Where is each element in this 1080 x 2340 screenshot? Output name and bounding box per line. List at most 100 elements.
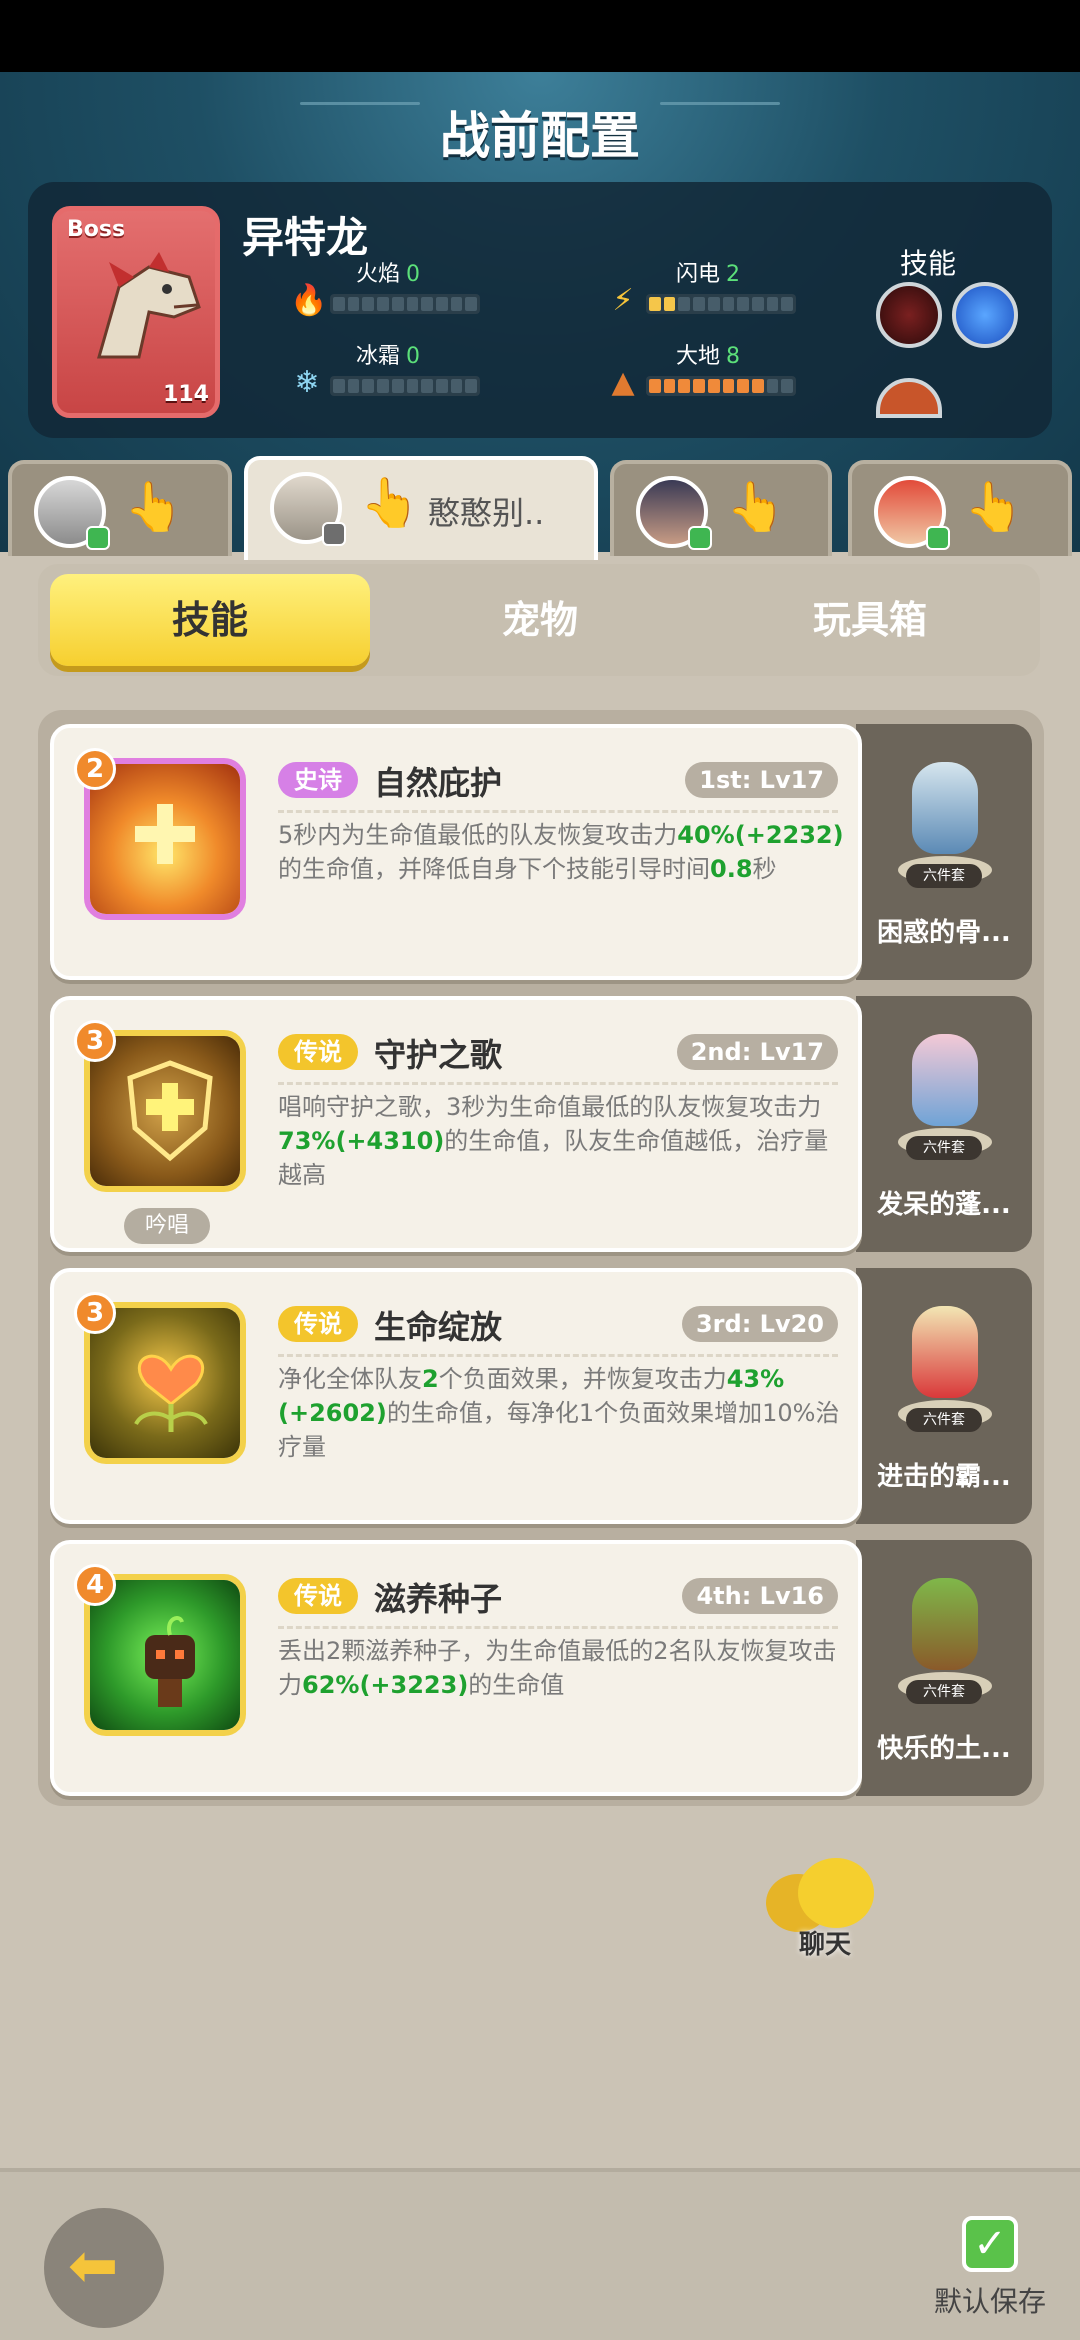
element-frost-label: 冰霜 bbox=[356, 344, 401, 369]
skill-description: 5秒内为生命值最低的队友恢复攻击力40%(+2232)的生命值，并降低自身下个技… bbox=[278, 821, 844, 883]
skill-list: 六件套 困惑的骨... 2 史诗 自然庇护 1st: Lv17 5秒内为生命值最… bbox=[38, 710, 1044, 1806]
tab-toybox[interactable]: 玩具箱 bbox=[710, 574, 1030, 666]
skill-rank: 1st: Lv17 bbox=[685, 762, 838, 798]
tab-pets[interactable]: 宠物 bbox=[380, 574, 700, 666]
boss-skill-lightning-icon[interactable] bbox=[952, 282, 1018, 348]
element-lightning: 闪电 2 ⚡ bbox=[606, 256, 846, 326]
chat-button[interactable]: 聊天 bbox=[760, 1854, 890, 1964]
team-tabs: 👆 👆 憨憨别.. 👆 👆 bbox=[0, 456, 1080, 560]
skill-title: 滋养种子 bbox=[374, 1580, 503, 1618]
pet-set-badge: 六件套 bbox=[906, 1680, 982, 1704]
skill-row[interactable]: 六件套 快乐的土... 4 传说 滋养种子 4th: Lv16 丢出2颗滋养种子… bbox=[50, 1540, 1032, 1796]
boss-tag: Boss bbox=[67, 217, 126, 242]
element-earth: 大地 8 ▲ bbox=[606, 338, 846, 408]
pet-card[interactable]: 六件套 发呆的蓬... bbox=[856, 996, 1032, 1252]
skill-rank: 2nd: Lv17 bbox=[676, 1034, 838, 1070]
hand-icon: 👆 bbox=[726, 479, 786, 535]
skill-row[interactable]: 六件套 发呆的蓬... 3 吟唱 传说 守护之歌 2nd: Lv17 唱响守护之… bbox=[50, 996, 1032, 1252]
skill-rank: 3rd: Lv20 bbox=[681, 1306, 838, 1342]
pet-card[interactable]: 六件套 困惑的骨... bbox=[856, 724, 1032, 980]
pet-set-badge: 六件套 bbox=[906, 1136, 982, 1160]
ready-badge bbox=[688, 526, 712, 550]
back-arrow-icon: ⬅ bbox=[68, 2231, 119, 2301]
skill-row[interactable]: 六件套 困惑的骨... 2 史诗 自然庇护 1st: Lv17 5秒内为生命值最… bbox=[50, 724, 1032, 980]
hand-icon: 👆 bbox=[964, 479, 1024, 535]
skill-description: 唱响守护之歌，3秒为生命值最低的队友恢复攻击力73%(+4310)的生命值，队友… bbox=[278, 1093, 829, 1189]
rarity-badge: 传说 bbox=[278, 1578, 358, 1614]
category-tabs: 技能 宠物 玩具箱 bbox=[38, 564, 1040, 676]
element-lightning-bar bbox=[646, 294, 796, 314]
skill-slot-number: 4 bbox=[74, 1564, 116, 1606]
pet-card[interactable]: 六件套 快乐的土... bbox=[856, 1540, 1032, 1796]
element-earth-bar bbox=[646, 376, 796, 396]
team-tab-2[interactable]: 👆 憨憨别.. bbox=[244, 456, 598, 560]
boss-portrait bbox=[97, 252, 201, 359]
team-tab-4[interactable]: 👆 bbox=[848, 460, 1072, 556]
chat-label: 聊天 bbox=[798, 1930, 851, 1960]
pet-set-badge: 六件套 bbox=[906, 1408, 982, 1432]
lightning-icon: ⚡ bbox=[612, 283, 634, 318]
default-save-label: 默认保存 bbox=[933, 2285, 1046, 2318]
skill-title: 守护之歌 bbox=[374, 1036, 503, 1074]
skill-rank: 4th: Lv16 bbox=[682, 1578, 838, 1614]
boss-skill-earth-icon[interactable] bbox=[876, 378, 942, 418]
skill-description: 净化全体队友2个负面效果，并恢复攻击力43%(+2602)的生命值，每净化1个负… bbox=[278, 1365, 840, 1461]
element-earth-label: 大地 bbox=[676, 344, 721, 369]
chat-bubble-icon bbox=[798, 1858, 874, 1928]
back-button[interactable]: ⬅ bbox=[44, 2208, 164, 2328]
team-tab-1[interactable]: 👆 bbox=[8, 460, 232, 556]
element-earth-value: 8 bbox=[726, 344, 741, 369]
skill-card[interactable]: 4 传说 滋养种子 4th: Lv16 丢出2颗滋养种子，为生命值最低的2名队友… bbox=[50, 1540, 862, 1796]
checkbox-checked-icon: ✓ bbox=[962, 2216, 1018, 2272]
skill-card[interactable]: 3 吟唱 传说 守护之歌 2nd: Lv17 唱响守护之歌，3秒为生命值最低的队… bbox=[50, 996, 862, 1252]
element-fire-label: 火焰 bbox=[356, 262, 401, 287]
ready-badge bbox=[322, 522, 346, 546]
pet-name: 发呆的蓬... bbox=[877, 1190, 1011, 1220]
snowflake-icon: ❄ bbox=[294, 365, 320, 400]
skill-description: 丢出2颗滋养种子，为生命值最低的2名队友恢复攻击力62%(+3223)的生命值 bbox=[278, 1637, 837, 1699]
page-title: 战前配置 bbox=[440, 107, 640, 165]
earth-icon: ▲ bbox=[611, 365, 635, 400]
boss-skill-bite-icon[interactable] bbox=[876, 282, 942, 348]
rarity-badge: 传说 bbox=[278, 1034, 358, 1070]
ready-badge bbox=[86, 526, 110, 550]
element-lightning-value: 2 bbox=[726, 262, 741, 287]
default-save-toggle[interactable]: ✓ 默认保存 bbox=[930, 2216, 1050, 2328]
pet-set-badge: 六件套 bbox=[906, 864, 982, 888]
hand-icon: 👆 bbox=[124, 479, 184, 535]
pet-name: 困惑的骨... bbox=[877, 918, 1011, 948]
skill-row[interactable]: 六件套 进击的霸... 3 传说 生命绽放 3rd: Lv20 净化全体队友2个… bbox=[50, 1268, 1032, 1524]
boss-skills-label: 技能 bbox=[900, 247, 957, 280]
rarity-badge: 史诗 bbox=[278, 762, 358, 798]
skill-card[interactable]: 3 传说 生命绽放 3rd: Lv20 净化全体队友2个负面效果，并恢复攻击力4… bbox=[50, 1268, 862, 1524]
divider bbox=[278, 1626, 838, 1629]
pet-name: 进击的霸... bbox=[877, 1462, 1011, 1492]
hand-icon: 👆 bbox=[360, 475, 420, 531]
element-fire-value: 0 bbox=[406, 262, 421, 287]
pet-card[interactable]: 六件套 进击的霸... bbox=[856, 1268, 1032, 1524]
divider bbox=[278, 1354, 838, 1357]
skill-slot-number: 3 bbox=[74, 1292, 116, 1334]
element-frost: 冰霜 0 ❄ bbox=[290, 338, 530, 408]
element-fire-bar bbox=[330, 294, 480, 314]
ready-badge bbox=[926, 526, 950, 550]
team-tab-3[interactable]: 👆 bbox=[610, 460, 832, 556]
status-bar bbox=[0, 0, 1080, 72]
element-lightning-label: 闪电 bbox=[676, 262, 721, 287]
pet-name: 快乐的土... bbox=[877, 1734, 1011, 1764]
element-frost-value: 0 bbox=[406, 344, 421, 369]
tab-skills[interactable]: 技能 bbox=[50, 574, 370, 666]
fire-icon: 🔥 bbox=[290, 283, 328, 318]
skill-slot-number: 3 bbox=[74, 1020, 116, 1062]
boss-level: 114 bbox=[163, 382, 209, 407]
footer: ⬅ ✓ 默认保存 bbox=[0, 2168, 1080, 2340]
skill-card[interactable]: 2 史诗 自然庇护 1st: Lv17 5秒内为生命值最低的队友恢复攻击力40%… bbox=[50, 724, 862, 980]
divider bbox=[278, 1082, 838, 1085]
element-frost-bar bbox=[330, 376, 480, 396]
skill-slot-number: 2 bbox=[74, 748, 116, 790]
boss-card[interactable]: Boss 114 bbox=[52, 206, 220, 418]
skill-title: 自然庇护 bbox=[374, 764, 503, 802]
element-fire: 火焰 0 🔥 bbox=[290, 256, 530, 326]
boss-panel: Boss 114 异特龙 火焰 0 🔥 闪电 2 ⚡ 冰霜 0 ❄ 大地 8 ▲… bbox=[28, 182, 1052, 438]
team-member-name: 憨憨别.. bbox=[428, 494, 545, 532]
